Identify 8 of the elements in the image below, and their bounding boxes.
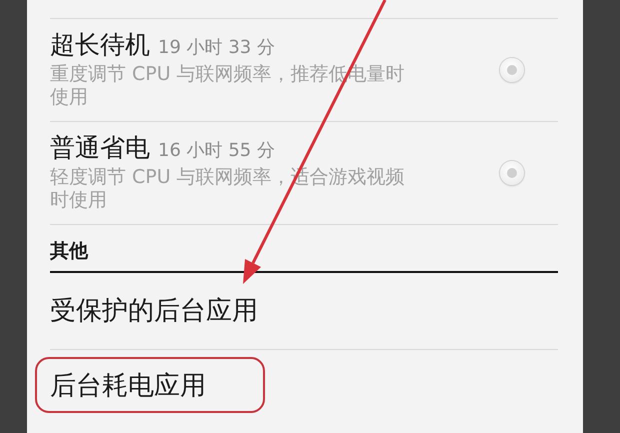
mode-title: 普通省电 xyxy=(50,133,150,162)
radio-button[interactable] xyxy=(500,58,524,82)
mode-title: 超长待机 xyxy=(50,30,150,59)
duration-text: 19 小时 33 分 xyxy=(158,37,275,58)
menu-item[interactable]: 受保护的后台应用 xyxy=(50,273,558,349)
radio-button[interactable] xyxy=(500,160,524,184)
menu-item[interactable]: 后台耗电应用 xyxy=(50,350,558,422)
duration-text: 16 小时 55 分 xyxy=(158,140,275,161)
